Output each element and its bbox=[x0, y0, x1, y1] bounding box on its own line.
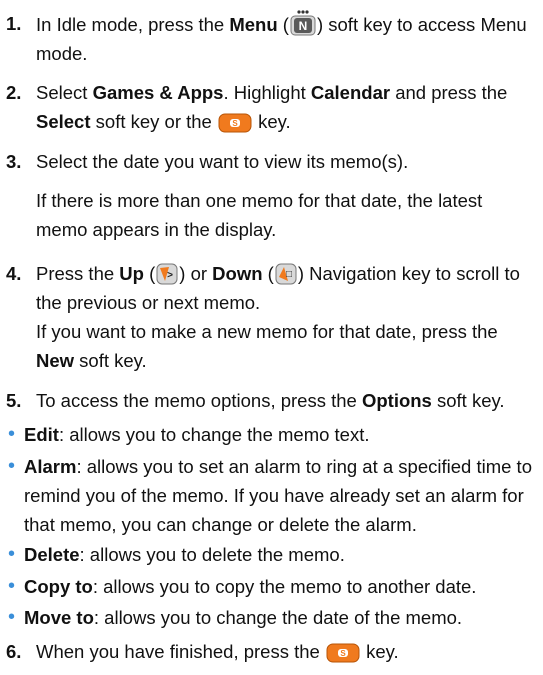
down-navigation-key-icon: □ bbox=[275, 263, 297, 285]
manual-page: 1. In Idle mode, press the Menu (N) soft… bbox=[0, 0, 543, 675]
bullet-icon: • bbox=[8, 543, 16, 565]
step-number: 3. bbox=[6, 151, 22, 172]
svg-text:S: S bbox=[340, 649, 346, 658]
options-softkey-label: Options bbox=[361, 390, 432, 411]
games-apps-label: Games & Apps bbox=[92, 82, 224, 103]
bullet-icon: • bbox=[8, 455, 16, 477]
svg-text:>: > bbox=[167, 270, 173, 281]
down-key-label: Down bbox=[212, 263, 263, 284]
svg-text:□: □ bbox=[286, 269, 292, 280]
step-text: Select Games & Apps. Highlight Calendar … bbox=[36, 82, 508, 133]
select-softkey-label: Select bbox=[36, 111, 91, 132]
bullet-icon: • bbox=[8, 575, 16, 597]
step-number: 6. bbox=[6, 641, 22, 662]
orange-send-key-icon: S bbox=[218, 113, 252, 133]
step-number: 2. bbox=[6, 82, 22, 103]
calendar-label: Calendar bbox=[310, 82, 391, 103]
new-softkey-label: New bbox=[36, 350, 75, 371]
up-navigation-key-icon: > bbox=[156, 263, 178, 285]
step-number: 1. bbox=[6, 13, 22, 34]
step-number: 4. bbox=[6, 263, 22, 284]
orange-send-key-icon: S bbox=[326, 643, 360, 663]
step-text: In Idle mode, press the Menu (N) soft ke… bbox=[36, 9, 535, 68]
menu-key-icon: N bbox=[290, 9, 316, 36]
menu-softkey-label: Menu bbox=[229, 14, 278, 35]
svg-text:N: N bbox=[299, 19, 308, 33]
step-text: Select the date you want to view its mem… bbox=[36, 151, 483, 240]
bullet-icon: • bbox=[8, 423, 16, 445]
svg-text:S: S bbox=[232, 119, 238, 128]
step-text: Press the Up (>) or Down (□) Navigation … bbox=[36, 263, 520, 371]
step-text: To access the memo options, press the Op… bbox=[36, 390, 505, 411]
bullet-icon: • bbox=[8, 606, 16, 628]
up-key-label: Up bbox=[119, 263, 144, 284]
step-number: 5. bbox=[6, 390, 22, 411]
step-text: When you have finished, press the S key. bbox=[36, 641, 399, 663]
